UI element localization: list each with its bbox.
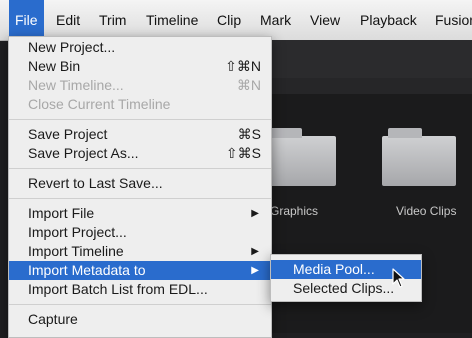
menu-edit[interactable]: Edit	[56, 0, 80, 40]
menu-item-new-timeline: New Timeline... ⌘N	[9, 76, 271, 95]
menu-timeline[interactable]: Timeline	[146, 0, 198, 40]
menu-item-close-current-timeline: Close Current Timeline	[9, 95, 271, 114]
submenu-item-label: Media Pool...	[293, 261, 375, 277]
menu-bar: File Edit Trim Timeline Clip Mark View P…	[0, 0, 472, 41]
app-toolbar	[270, 78, 472, 94]
folder-label-graphics: Graphics	[270, 204, 319, 218]
menu-item-capture[interactable]: Capture	[9, 310, 271, 329]
app-header-strip	[270, 40, 472, 78]
menu-item-import-batch-list-from-edl[interactable]: Import Batch List from EDL...	[9, 280, 271, 299]
menu-separator	[9, 168, 271, 169]
folder-label-video-clips: Video Clips	[396, 204, 457, 218]
menu-item-label: Capture	[28, 311, 78, 327]
menu-item-import-timeline[interactable]: Import Timeline ▶	[9, 242, 271, 261]
menu-item-label: New Bin	[28, 58, 81, 74]
menu-mark[interactable]: Mark	[260, 0, 291, 40]
triangle-right-icon: ▶	[251, 265, 259, 276]
folder-icon[interactable]	[382, 128, 456, 186]
menu-item-label: Import Project...	[28, 224, 127, 240]
menu-item-revert-to-last-save[interactable]: Revert to Last Save...	[9, 174, 271, 193]
menu-item-import-metadata-to[interactable]: Import Metadata to ▶	[9, 261, 271, 280]
menu-item-import-file[interactable]: Import File ▶	[9, 204, 271, 223]
menu-item-label: Import Timeline	[28, 243, 124, 259]
menu-item-shortcut: ⌘S	[237, 126, 261, 142]
menu-item-shortcut: ⇧⌘N	[225, 58, 261, 74]
menu-item-label: Save Project	[28, 126, 108, 142]
pointer-cursor-icon	[392, 268, 405, 288]
menu-item-shortcut: ⌘N	[236, 77, 261, 93]
file-menu-dropdown: New Project... New Bin ⇧⌘N New Timeline.…	[8, 36, 272, 338]
menu-item-save-project[interactable]: Save Project ⌘S	[9, 125, 271, 144]
triangle-right-icon: ▶	[251, 246, 259, 257]
menu-item-label: New Timeline...	[28, 77, 124, 93]
menu-separator	[9, 119, 271, 120]
menu-item-shortcut: ⇧⌘S	[225, 145, 261, 161]
menu-view[interactable]: View	[310, 0, 340, 40]
menu-item-save-project-as[interactable]: Save Project As... ⇧⌘S	[9, 144, 271, 163]
menu-item-label: Import Batch List from EDL...	[28, 281, 208, 297]
menu-trim[interactable]: Trim	[99, 0, 126, 40]
menu-item-label: Save Project As...	[28, 145, 139, 161]
menu-item-label: Revert to Last Save...	[28, 175, 163, 191]
menu-item-new-project[interactable]: New Project...	[9, 38, 271, 57]
menu-item-label: Import File	[28, 205, 95, 221]
menu-playback[interactable]: Playback	[360, 0, 417, 40]
menu-item-label: New Project...	[28, 39, 116, 55]
menu-item-label: Import Metadata to	[28, 262, 146, 278]
menu-clip[interactable]: Clip	[217, 0, 241, 40]
menu-file[interactable]: File	[9, 0, 44, 40]
menu-separator	[9, 304, 271, 305]
submenu-item-label: Selected Clips...	[293, 280, 395, 296]
menu-separator	[9, 198, 271, 199]
folder-icon[interactable]	[262, 128, 336, 186]
menu-item-label: Close Current Timeline	[28, 96, 171, 112]
triangle-right-icon: ▶	[251, 208, 259, 219]
menu-item-new-bin[interactable]: New Bin ⇧⌘N	[9, 57, 271, 76]
menu-item-import-project[interactable]: Import Project...	[9, 223, 271, 242]
menu-fusion[interactable]: Fusion	[435, 0, 472, 40]
